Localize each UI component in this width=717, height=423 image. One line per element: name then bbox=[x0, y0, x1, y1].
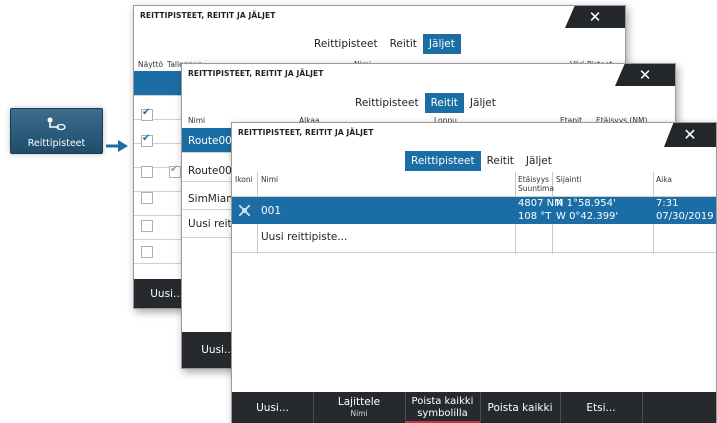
show-checkbox[interactable] bbox=[141, 220, 153, 232]
tab-tracks[interactable]: Jäljet bbox=[422, 34, 461, 54]
sort-button[interactable]: Lajittele Nimi bbox=[313, 392, 406, 423]
tab-bar: Reittipisteet Reitit Jäljet bbox=[405, 151, 558, 171]
waypoint-date: 07/30/2019 bbox=[656, 211, 714, 222]
dialog-title: REITTIPISTEET, REITIT JA JÄLJET bbox=[140, 11, 276, 20]
new-waypoint-button[interactable]: Uusi... bbox=[232, 392, 314, 423]
close-icon[interactable]: ✕ bbox=[664, 123, 716, 147]
waypoint-name: 001 bbox=[261, 205, 282, 217]
new-waypoint-item[interactable]: Uusi reittipiste... bbox=[261, 231, 347, 243]
waypoint-table: Ikoni Nimi Etäisyys Suuntima Sijainti Ai… bbox=[232, 172, 716, 254]
tile-label: Reittipisteet bbox=[27, 138, 86, 149]
dialog-title: REITTIPISTEET, REITIT JA JÄLJET bbox=[188, 69, 324, 78]
close-icon[interactable]: ✕ bbox=[615, 64, 675, 86]
tab-tracks[interactable]: Jäljet bbox=[464, 93, 502, 113]
column-show: Näyttö bbox=[138, 60, 164, 69]
sort-label: Lajittele bbox=[337, 395, 381, 408]
table-row[interactable]: 001 4807 NM 108 °T N 1°58.954' W 0°42.39… bbox=[232, 197, 716, 224]
tab-routes[interactable]: Reitit bbox=[481, 151, 520, 171]
waypoints-shortcut-tile[interactable]: Reittipisteet bbox=[10, 108, 103, 154]
waypoints-dialog: REITTIPISTEET, REITIT JA JÄLJET ✕ Reitti… bbox=[231, 122, 717, 423]
sort-value: Nimi bbox=[350, 408, 368, 418]
column-bearing: Suuntima bbox=[518, 184, 554, 193]
column-icon: Ikoni bbox=[235, 175, 253, 184]
delete-all-button[interactable]: Poista kaikki bbox=[480, 392, 561, 423]
waypoint-marker-icon bbox=[239, 205, 250, 216]
search-button[interactable]: Etsi... bbox=[560, 392, 643, 423]
show-checkbox[interactable] bbox=[141, 192, 153, 204]
footer-bar: Uusi... Lajittele Nimi Poista kaikki sym… bbox=[232, 392, 716, 423]
tab-bar: Reittipisteet Reitit Jäljet bbox=[349, 93, 502, 113]
tab-routes[interactable]: Reitit bbox=[384, 34, 423, 54]
waypoint-route-icon bbox=[47, 117, 66, 131]
tab-tracks[interactable]: Jäljet bbox=[520, 151, 558, 171]
delete-by-symbol-label: Poista kaikki symbolilla bbox=[411, 395, 474, 419]
column-name: Nimi bbox=[188, 116, 206, 125]
close-icon[interactable]: ✕ bbox=[565, 6, 625, 28]
tab-waypoints[interactable]: Reittipisteet bbox=[308, 34, 384, 54]
delete-all-by-symbol-button[interactable]: Poista kaikki symbolilla bbox=[405, 392, 481, 423]
new-route-button[interactable]: Uusi... bbox=[182, 332, 235, 368]
tab-waypoints[interactable]: Reittipisteet bbox=[349, 93, 425, 113]
show-checkbox[interactable] bbox=[141, 246, 153, 258]
column-position: Sijainti bbox=[556, 175, 582, 184]
waypoint-bearing: 108 °T bbox=[518, 211, 552, 222]
tab-bar: Reittipisteet Reitit Jäljet bbox=[308, 34, 461, 54]
new-track-button[interactable]: Uusi... bbox=[134, 279, 184, 308]
tab-waypoints[interactable]: Reittipisteet bbox=[405, 151, 481, 171]
column-name: Nimi bbox=[261, 175, 279, 184]
tab-routes[interactable]: Reitit bbox=[424, 93, 464, 113]
record-checkbox[interactable] bbox=[169, 164, 181, 178]
dialog-title: REITTIPISTEET, REITIT JA JÄLJET bbox=[238, 128, 374, 137]
waypoint-latitude: N 1°58.954' bbox=[556, 198, 616, 209]
column-distance: Etäisyys bbox=[518, 175, 550, 184]
show-checkbox[interactable] bbox=[141, 107, 153, 121]
arrow-right-icon bbox=[106, 140, 128, 152]
waypoint-longitude: W 0°42.399' bbox=[556, 211, 619, 222]
show-checkbox[interactable] bbox=[141, 166, 153, 178]
waypoint-time: 7:31 bbox=[656, 198, 679, 209]
column-time: Aika bbox=[656, 175, 673, 184]
show-checkbox[interactable] bbox=[141, 133, 153, 147]
